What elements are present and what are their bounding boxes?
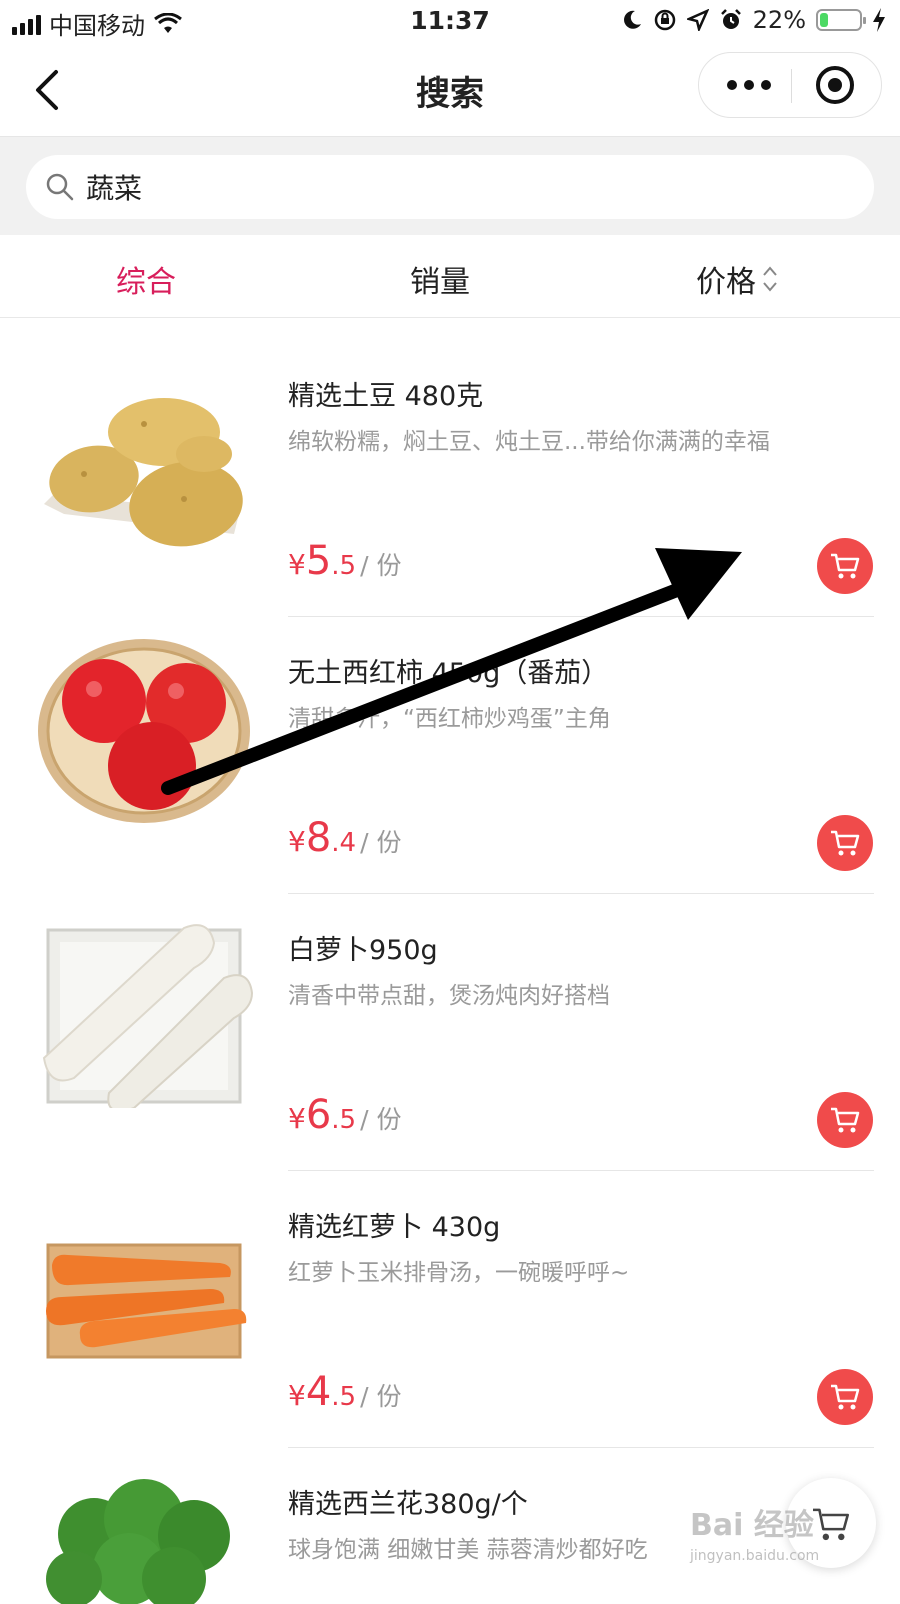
- search-icon: [46, 173, 74, 201]
- product-item[interactable]: 精选红萝卜 430g 红萝卜玉米排骨汤，一碗暖呼呼~ ¥4.5/ 份: [0, 1167, 900, 1449]
- price-unit: / 份: [360, 828, 402, 857]
- location-icon: [686, 9, 709, 31]
- product-title: 无土西红柿 450g（番茄）: [288, 658, 609, 689]
- search-input[interactable]: [84, 169, 788, 204]
- status-bar: 中国移动 11:37 22%: [0, 0, 900, 44]
- product-desc: 球身饱满 细嫩甘美 蒜蓉清炒都好吃: [288, 1537, 648, 1563]
- price-decimal: .4: [331, 828, 357, 858]
- tab-comprehensive[interactable]: 综合: [116, 257, 176, 301]
- price-integer: 4: [305, 1369, 332, 1415]
- tab-price[interactable]: 价格: [696, 257, 756, 301]
- watermark-url: jingyan.baidu.com: [690, 1548, 820, 1564]
- battery-percent: 22%: [752, 6, 806, 34]
- status-right: 22%: [621, 6, 886, 34]
- product-desc: 清香中带点甜，煲汤炖肉好搭档: [288, 983, 610, 1009]
- price-integer: 8: [305, 815, 332, 861]
- cart-icon: [831, 1384, 860, 1410]
- cart-icon: [831, 553, 860, 579]
- product-desc: 红萝卜玉米排骨汤，一碗暖呼呼~: [288, 1260, 630, 1286]
- product-title: 精选土豆 480克: [288, 381, 484, 412]
- product-image-tomato: [38, 639, 250, 823]
- product-desc: 绵软粉糯，焖土豆、炖土豆...带给你满满的幸福: [288, 429, 770, 455]
- price-decimal: .5: [331, 1382, 357, 1412]
- product-price: ¥8.4/ 份: [288, 815, 401, 861]
- price-integer: 6: [305, 1092, 332, 1138]
- product-title: 精选西兰花380g/个: [288, 1489, 528, 1520]
- price-unit: / 份: [360, 551, 402, 580]
- product-price: ¥6.5/ 份: [288, 1092, 401, 1138]
- price-integer: 5: [305, 538, 332, 584]
- search-area: [0, 137, 900, 235]
- search-box[interactable]: [26, 155, 874, 219]
- price-decimal: .5: [331, 1105, 357, 1135]
- product-item[interactable]: 精选土豆 480克 绵软粉糯，焖土豆、炖土豆...带给你满满的幸福 ¥5.5/ …: [0, 336, 900, 618]
- price-currency: ¥: [288, 825, 306, 858]
- add-to-cart-button[interactable]: [817, 815, 873, 871]
- product-image-potato: [44, 398, 243, 547]
- product-image-broccoli: [46, 1479, 230, 1604]
- close-target-icon[interactable]: [816, 66, 854, 104]
- price-currency: ¥: [288, 548, 306, 581]
- product-title: 白萝卜950g: [288, 935, 438, 966]
- more-icon[interactable]: [719, 69, 779, 101]
- tab-sales[interactable]: 销量: [410, 257, 470, 301]
- moon-icon: [623, 10, 641, 29]
- cart-icon: [831, 1107, 860, 1133]
- product-title: 精选红萝卜 430g: [288, 1212, 501, 1243]
- product-image-white-radish: [42, 924, 254, 1108]
- product-item[interactable]: 无土西红柿 450g（番茄） 清甜多汁，“西红柿炒鸡蛋”主角 ¥8.4/ 份: [0, 613, 900, 895]
- capsule-divider: [791, 69, 792, 103]
- sort-tabs: 综合 销量 价格: [0, 235, 900, 318]
- price-currency: ¥: [288, 1379, 306, 1412]
- rotation-lock-icon: [654, 9, 675, 31]
- alarm-icon: [720, 9, 741, 29]
- add-to-cart-button[interactable]: [817, 1092, 873, 1148]
- product-item[interactable]: 白萝卜950g 清香中带点甜，煲汤炖肉好搭档 ¥6.5/ 份: [0, 890, 900, 1172]
- watermark-brand: Bai 经验: [690, 1508, 814, 1543]
- price-unit: / 份: [360, 1105, 402, 1134]
- add-to-cart-button[interactable]: [817, 1369, 873, 1425]
- mini-program-capsule: [698, 52, 882, 118]
- price-currency: ¥: [288, 1102, 306, 1135]
- price-unit: / 份: [360, 1382, 402, 1411]
- cart-icon: [813, 1508, 849, 1541]
- charging-icon: [873, 8, 885, 32]
- product-price: ¥5.5/ 份: [288, 538, 401, 584]
- price-decimal: .5: [331, 551, 357, 581]
- battery-icon: [816, 9, 866, 31]
- cart-icon: [831, 830, 860, 856]
- nav-bar: 搜索: [0, 44, 900, 137]
- product-image-carrot: [46, 1243, 247, 1359]
- product-price: ¥4.5/ 份: [288, 1369, 401, 1415]
- product-desc: 清甜多汁，“西红柿炒鸡蛋”主角: [288, 706, 611, 732]
- sort-updown-icon: [763, 266, 777, 292]
- add-to-cart-button[interactable]: [817, 538, 873, 594]
